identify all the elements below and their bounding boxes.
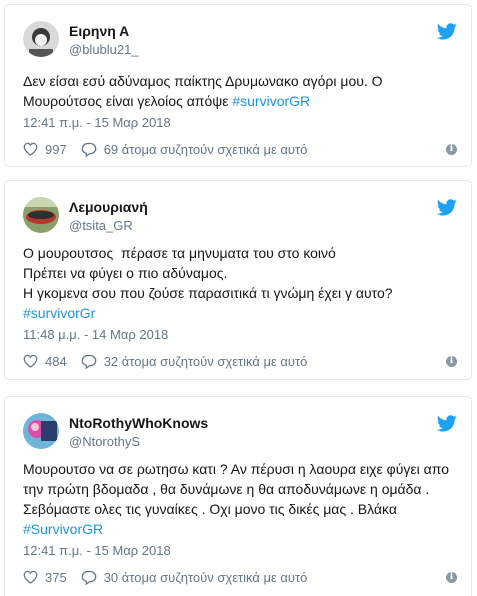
info-icon[interactable]: i xyxy=(446,355,457,367)
user-handle[interactable]: @tsita_GR xyxy=(69,218,133,233)
avatar-image xyxy=(23,197,59,233)
conversation-bubble-icon[interactable] xyxy=(81,570,97,585)
heart-icon[interactable] xyxy=(23,570,38,584)
display-name[interactable]: Λεμουριανή xyxy=(69,199,148,215)
display-name[interactable]: NtoRothyWhoKnows xyxy=(69,415,208,431)
info-icon[interactable]: i xyxy=(446,571,457,583)
twitter-bird-icon[interactable] xyxy=(437,199,457,216)
twitter-bird-icon[interactable] xyxy=(437,415,457,432)
user-handle[interactable]: @blublu21_ xyxy=(69,42,139,57)
like-count[interactable]: 997 xyxy=(45,142,67,157)
heart-icon[interactable] xyxy=(23,354,38,368)
tweet-timestamp[interactable]: 12:41 π.μ. - 15 Μαρ 2018 xyxy=(23,115,171,130)
avatar[interactable] xyxy=(23,413,59,449)
conversation-bubble-icon[interactable] xyxy=(81,142,97,157)
tweet-text: Ο μουρουτσος πέρασε τα μηνυματα του στο … xyxy=(23,243,453,323)
tweet-text: Μουρουτσο να σε ρωτησω κατι ? Αν πέρυσι … xyxy=(23,459,453,539)
heart-icon[interactable] xyxy=(23,142,38,156)
user-handle[interactable]: @NtorothyS xyxy=(69,434,140,449)
conversation-link[interactable]: 32 άτομα συζητούν σχετικά με αυτό xyxy=(104,354,308,369)
avatar-image xyxy=(23,413,59,449)
hashtag-link[interactable]: #survivorGr xyxy=(23,305,95,321)
conversation-bubble-icon[interactable] xyxy=(81,354,97,369)
avatar[interactable] xyxy=(23,21,59,57)
tweet-card-2[interactable]: Λεμουριανή @tsita_GR Ο μουρουτσος πέρασε… xyxy=(4,180,472,380)
tweet-card-3[interactable]: NtoRothyWhoKnows @NtorothyS Μουρουτσο να… xyxy=(4,396,472,596)
conversation-link[interactable]: 30 άτομα συζητούν σχετικά με αυτό xyxy=(104,570,308,585)
tweet-text: Δεν είσαι εσύ αδύναμος παίκτης Δρυμωνακο… xyxy=(23,71,453,111)
tweet-actions: 375 30 άτομα συζητούν σχετικά με αυτό i xyxy=(23,567,457,587)
tweet-body: Ο μουρουτσος πέρασε τα μηνυματα του στο … xyxy=(23,245,393,301)
avatar-image xyxy=(23,21,59,57)
twitter-bird-icon[interactable] xyxy=(437,23,457,40)
like-count[interactable]: 375 xyxy=(45,570,67,585)
tweet-body: Μουρουτσο να σε ρωτησω κατι ? Αν πέρυσι … xyxy=(23,461,453,517)
avatar[interactable] xyxy=(23,197,59,233)
tweet-actions: 484 32 άτομα συζητούν σχετικά με αυτό i xyxy=(23,351,457,371)
conversation-link[interactable]: 69 άτομα συζητούν σχετικά με αυτό xyxy=(104,142,308,157)
info-icon[interactable]: i xyxy=(446,143,457,155)
display-name[interactable]: Ειρηνη Α xyxy=(69,23,129,39)
like-count[interactable]: 484 xyxy=(45,354,67,369)
tweet-body: Δεν είσαι εσύ αδύναμος παίκτης Δρυμωνακο… xyxy=(23,73,387,109)
tweet-card-1[interactable]: Ειρηνη Α @blublu21_ Δεν είσαι εσύ αδύναμ… xyxy=(4,4,472,167)
hashtag-link[interactable]: #survivorGR xyxy=(232,93,310,109)
tweet-timestamp[interactable]: 11:48 μ.μ. - 14 Μαρ 2018 xyxy=(23,327,168,342)
tweet-actions: 997 69 άτομα συζητούν σχετικά με αυτό i xyxy=(23,139,457,159)
tweet-timestamp[interactable]: 12:41 π.μ. - 15 Μαρ 2018 xyxy=(23,543,171,558)
hashtag-link[interactable]: #SurvivorGR xyxy=(23,521,103,537)
